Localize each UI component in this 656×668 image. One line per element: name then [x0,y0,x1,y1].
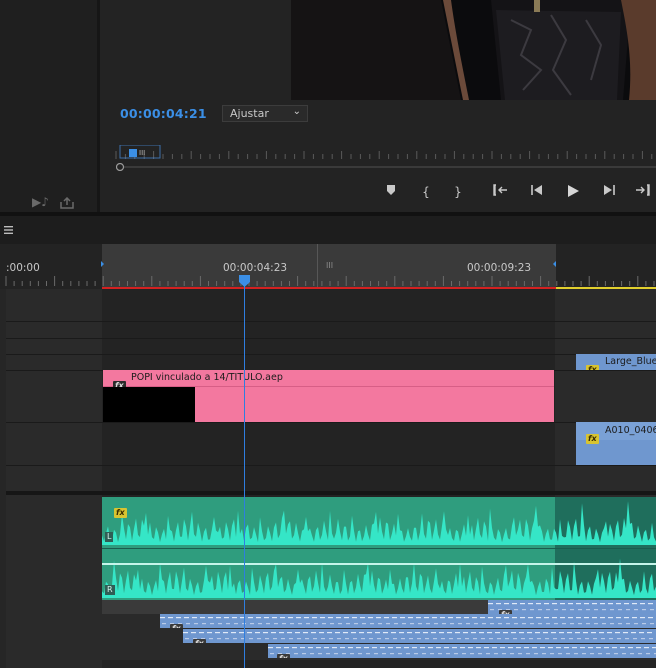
add-marker-icon[interactable] [382,184,400,200]
hamburger-menu-icon[interactable] [4,226,13,234]
video-clip-large-blue[interactable]: fx Large_Blue_ [576,354,656,370]
video-clip-title[interactable]: fx POPI vinculado a 14/TITULO.aep [103,370,554,422]
ruler-ticks [5,276,655,286]
track-divider [6,354,656,355]
export-frame-icon[interactable] [60,194,74,213]
video-frame [291,0,656,100]
audio-clip[interactable]: fx L R [102,497,656,600]
audio-waveform [102,497,656,600]
chevron-down-icon: ⌄ [292,106,301,117]
fx-badge: fx [499,602,512,614]
audio-clip-lower-1[interactable]: fx [488,600,656,614]
clip-name: Large_Blue_ [605,356,656,367]
audio-lane-right-label: R [105,585,115,595]
fx-badge: fx [114,508,127,518]
fx-badge: fx [193,631,206,643]
audio-lane-left-label: L [105,532,114,542]
transport-controls: { } [380,184,656,200]
playhead-handle[interactable] [239,275,250,287]
track-divider [6,321,656,322]
audio-track-gap [102,600,488,614]
go-to-in-icon[interactable] [492,184,510,200]
audio-clip-lower-3[interactable]: fx [183,629,656,643]
fx-badge: fx [277,646,290,658]
work-area-out-marker[interactable] [553,261,556,267]
program-timecode[interactable]: 00:00:04:21 [120,106,207,121]
step-back-icon[interactable] [528,184,546,200]
clip-name: A010_040600 [605,425,656,436]
clip-header: fx POPI vinculado a 14/TITULO.aep [103,370,554,391]
timeline-bottom [102,660,656,668]
timeline-header [0,216,656,244]
step-forward-icon[interactable] [600,184,618,200]
work-area-grip-icon[interactable]: III [326,261,333,270]
svg-text:III: III [139,149,145,157]
mark-in-icon[interactable]: { [417,184,435,200]
playhead-line [244,278,245,668]
insert-audio-icon[interactable]: ▶♪ [32,195,49,209]
monitor-mini-ruler[interactable]: III [112,145,656,161]
fx-badge: fx [586,434,599,444]
video-clip-a010[interactable]: fx A010_040600 [576,422,656,465]
audio-clip-lower-4[interactable]: fx [268,644,656,658]
play-icon[interactable] [564,184,582,200]
work-area-in-marker[interactable] [101,261,104,267]
fit-select-value: Ajustar [230,107,269,120]
monitor-zoom-scrollbar[interactable] [116,163,656,171]
mark-out-icon[interactable]: } [449,184,467,200]
video-audio-divider[interactable] [6,491,656,495]
audio-clip-lower-2[interactable]: fx [160,614,656,628]
fx-badge: fx [170,616,183,628]
fx-badge: fx [586,357,599,370]
track-divider [6,338,656,339]
source-panel: ▶♪ [0,0,97,212]
clip-thumbnail [103,387,195,422]
track-divider [6,465,656,466]
fit-select[interactable]: Ajustar ⌄ [222,105,308,122]
clip-name: POPI vinculado a 14/TITULO.aep [131,372,283,383]
track-divider [6,422,656,423]
go-to-out-icon[interactable] [633,184,651,200]
clip-header: fx A010_040600 [576,422,656,444]
